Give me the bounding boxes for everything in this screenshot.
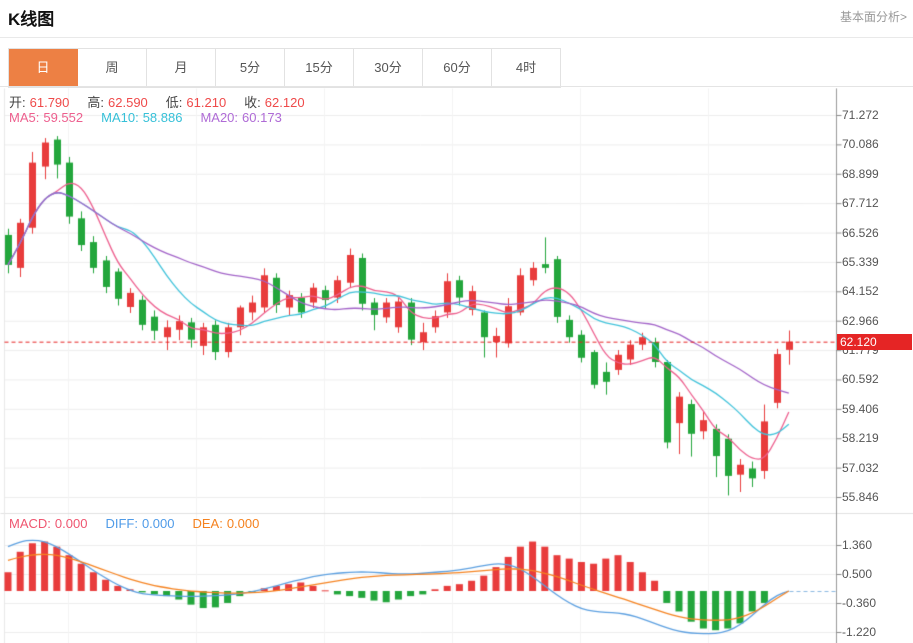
tab-period-7[interactable]: 4时 [492, 49, 561, 87]
legend-item: 高:62.590 [87, 92, 151, 111]
legend-item: MACD:0.000 [9, 516, 91, 531]
main-axis-label: 67.712 [842, 195, 912, 211]
tab-period-3[interactable]: 5分 [216, 49, 285, 87]
macd-axis-label: -0.360 [842, 595, 912, 611]
tab-period-5[interactable]: 30分 [354, 49, 423, 87]
main-axis-label: 55.846 [842, 489, 912, 505]
main-axis-label: 59.406 [842, 401, 912, 417]
tab-period-2[interactable]: 月 [147, 49, 216, 87]
tabbar-bottom-border [0, 86, 913, 87]
legend-item: 低:61.210 [166, 92, 230, 111]
macd-axis-label: 1.360 [842, 537, 912, 553]
macd-axis-label: 0.500 [842, 566, 912, 582]
legend-item: MA10:58.886 [101, 110, 186, 125]
fundamental-analysis-link[interactable]: 基本面分析> [840, 8, 907, 25]
tab-period-4[interactable]: 15分 [285, 49, 354, 87]
main-axis-label: 58.219 [842, 430, 912, 446]
main-axis-label: 65.339 [842, 254, 912, 270]
legend-item: DEA:0.000 [192, 516, 263, 531]
legend-item: DIFF:0.000 [105, 516, 178, 531]
title-divider [0, 37, 913, 38]
legend-item: 开:61.790 [9, 92, 73, 111]
tab-period-1[interactable]: 周 [78, 49, 147, 87]
legend-item: 收:62.120 [244, 92, 308, 111]
tab-period-0[interactable]: 日 [9, 49, 78, 87]
main-axis-label: 57.032 [842, 460, 912, 476]
current-price-badge: 62.120 [837, 334, 912, 350]
kline-chart-canvas[interactable] [0, 88, 913, 643]
macd-axis-label: -1.220 [842, 624, 912, 640]
main-axis-label: 71.272 [842, 107, 912, 123]
period-tabbar: 日周月5分15分30分60分4时 [8, 48, 561, 88]
ma-legend: MA5:59.552 MA10:58.886 MA20:60.173 [9, 110, 300, 125]
page-title: K线图 [8, 5, 54, 30]
kline-page: K线图 基本面分析> 日周月5分15分30分60分4时 开:61.790 高:62… [0, 0, 913, 643]
legend-item: MA5:59.552 [9, 110, 87, 125]
macd-legend: MACD:0.000 DIFF:0.000 DEA:0.000 [9, 516, 277, 531]
main-axis-label: 62.966 [842, 313, 912, 329]
ohlc-legend: 开:61.790 高:62.590 低:61.210 收:62.120 [9, 92, 323, 111]
main-axis-label: 64.152 [842, 283, 912, 299]
main-axis-label: 60.592 [842, 371, 912, 387]
tab-period-6[interactable]: 60分 [423, 49, 492, 87]
main-axis-label: 68.899 [842, 166, 912, 182]
main-axis-label: 70.086 [842, 136, 912, 152]
legend-item: MA20:60.173 [200, 110, 285, 125]
main-axis-label: 66.526 [842, 225, 912, 241]
